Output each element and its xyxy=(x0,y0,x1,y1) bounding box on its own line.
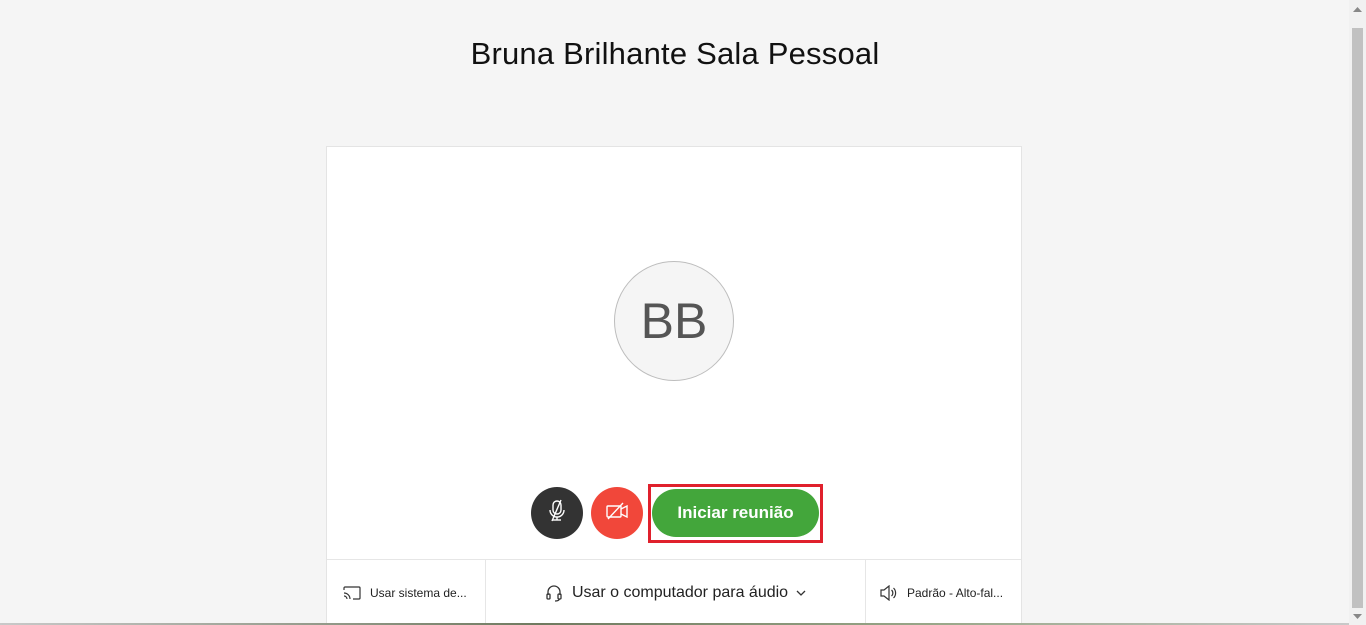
bottom-bar: Usar sistema de... Usar o computador par… xyxy=(327,559,1021,625)
screen-share-label: Usar sistema de... xyxy=(370,585,467,600)
camera-toggle-button[interactable] xyxy=(591,487,643,539)
scroll-down-arrow-icon[interactable] xyxy=(1349,608,1366,625)
headset-icon xyxy=(545,584,563,602)
page-title: Bruna Brilhante Sala Pessoal xyxy=(470,36,880,71)
page: Bruna Brilhante Sala Pessoal BB Iniciar … xyxy=(0,0,1366,625)
vertical-scrollbar[interactable] xyxy=(1349,0,1366,625)
mute-mic-button[interactable] xyxy=(531,487,583,539)
speaker-icon xyxy=(880,584,898,601)
chevron-down-icon xyxy=(796,589,806,597)
mic-off-icon xyxy=(546,499,568,528)
scrollbar-thumb[interactable] xyxy=(1352,28,1363,608)
preview-card: BB Iniciar reunião Usar sistema de... Us… xyxy=(326,146,1022,625)
speaker-label: Padrão - Alto-fal... xyxy=(907,585,1004,600)
audio-source-selector[interactable]: Usar o computador para áudio xyxy=(486,560,866,625)
camera-off-icon xyxy=(605,501,629,526)
screen-share-selector[interactable]: Usar sistema de... xyxy=(327,560,486,625)
cast-icon xyxy=(343,585,361,600)
audio-source-label: Usar o computador para áudio xyxy=(571,583,789,601)
start-meeting-button[interactable]: Iniciar reunião xyxy=(652,489,819,537)
speaker-selector[interactable]: Padrão - Alto-fal... xyxy=(866,560,1021,625)
avatar: BB xyxy=(614,261,734,381)
scroll-up-arrow-icon[interactable] xyxy=(1349,0,1366,17)
